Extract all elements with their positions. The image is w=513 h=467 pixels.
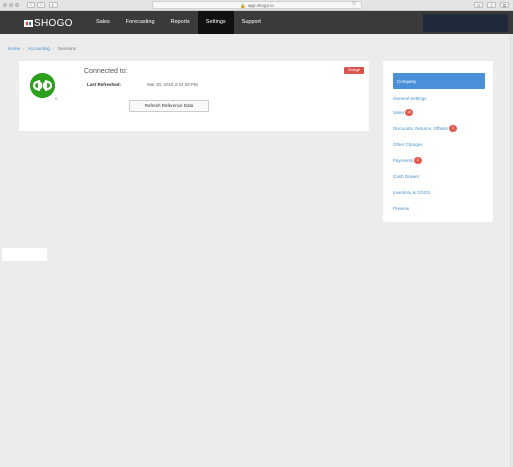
registered-mark: ® [55,97,58,101]
breadcrumb-current: Sessions [57,46,76,51]
connection-card: ® Connected to: Last Refreshed: Mar 30, … [19,61,369,131]
nav-item-support[interactable]: Support [234,11,269,34]
blank-panel [2,248,47,261]
reload-icon[interactable]: ↻ [352,1,356,7]
top-navigation: SHOGO Sales Forecasting Reports Settings… [0,11,513,34]
sales-count-badge: 10 [405,109,414,116]
zoom-window-button[interactable] [15,3,19,7]
breadcrumb-home-link[interactable]: Home [8,46,20,51]
menu-item-company[interactable]: Company [393,73,485,89]
menu-item-inventory-cogs[interactable]: Inventory & COGS [393,190,430,195]
menu-item-label: Inventory & COGS [393,190,431,195]
shogo-logo-icon [24,19,33,27]
nav-item-sales[interactable]: Sales [88,11,118,34]
lock-icon: 🔒 [240,3,246,8]
menu-item-label: General Settings [393,96,427,101]
breadcrumb-accounting-link[interactable]: Accounting [28,46,50,51]
sidebar-toggle-button[interactable] [49,2,58,8]
browser-toolbar: ‹ › 🔒 app.shogo.io ↻ ⊙ ⇪ ⧉ [0,0,513,11]
quickbooks-logo-icon [30,73,55,98]
user-menu[interactable] [423,14,508,32]
forward-button[interactable]: › [37,2,45,8]
window-controls [3,3,19,7]
breadcrumb: Home / Accounting / Sessions [8,46,76,51]
discounts-count-badge: 3 [448,125,457,132]
history-buttons: ‹ › [27,2,45,8]
tabs-overview-button[interactable]: ⧉ [500,2,509,8]
nav-item-forecasting[interactable]: Forecasting [118,11,163,34]
menu-item-general-settings[interactable]: General Settings [393,96,427,101]
main-menu: Sales Forecasting Reports Settings Suppo… [88,11,269,34]
close-window-button[interactable] [3,3,7,7]
menu-item-label: Company [397,78,417,84]
menu-item-discounts[interactable]: Discounts, Returns, Offsets 3 [393,125,457,132]
share-button[interactable]: ⇪ [487,2,496,8]
last-refreshed-value: Mar 30, 2016 2:24:28 PM [147,82,198,87]
breadcrumb-separator: / [23,46,25,51]
back-button[interactable]: ‹ [27,2,35,8]
brand-name: SHOGO [34,17,73,29]
breadcrumb-separator: / [53,46,55,51]
settings-menu: Company General Settings Sales 10 Discou… [383,61,493,222]
address-bar[interactable]: 🔒 app.shogo.io [152,1,362,9]
last-refreshed-label: Last Refreshed: [87,82,122,87]
menu-item-label: Payments [393,158,414,163]
menu-item-label: Other Charges [393,142,423,147]
refresh-reference-data-button[interactable]: Refresh Reference Data [129,100,209,112]
minimize-window-button[interactable] [9,3,13,7]
menu-item-label: Sales [393,110,405,115]
menu-item-other-charges[interactable]: Other Charges [393,142,423,147]
downloads-button[interactable]: ⊙ [474,2,483,8]
menu-item-preview[interactable]: Preview [393,206,409,211]
connected-title: Connected to: [84,68,128,75]
menu-item-label: Cash Drawer [393,174,420,179]
menu-item-payments[interactable]: Payments 2 [393,157,423,164]
menu-item-label: Discounts, Returns, Offsets [393,126,448,131]
nav-item-settings[interactable]: Settings [197,11,234,34]
nav-item-reports[interactable]: Reports [163,11,198,34]
menu-item-sales[interactable]: Sales 10 [393,109,414,116]
url-text: app.shogo.io [248,3,274,8]
change-connection-button[interactable]: Change [344,67,364,74]
brand-logo[interactable]: SHOGO [24,17,73,29]
menu-item-cash-drawer[interactable]: Cash Drawer [393,174,419,179]
browser-actions: ⊙ ⇪ ⧉ [474,2,509,8]
payments-count-badge: 2 [414,157,423,164]
menu-item-label: Preview [393,206,410,211]
